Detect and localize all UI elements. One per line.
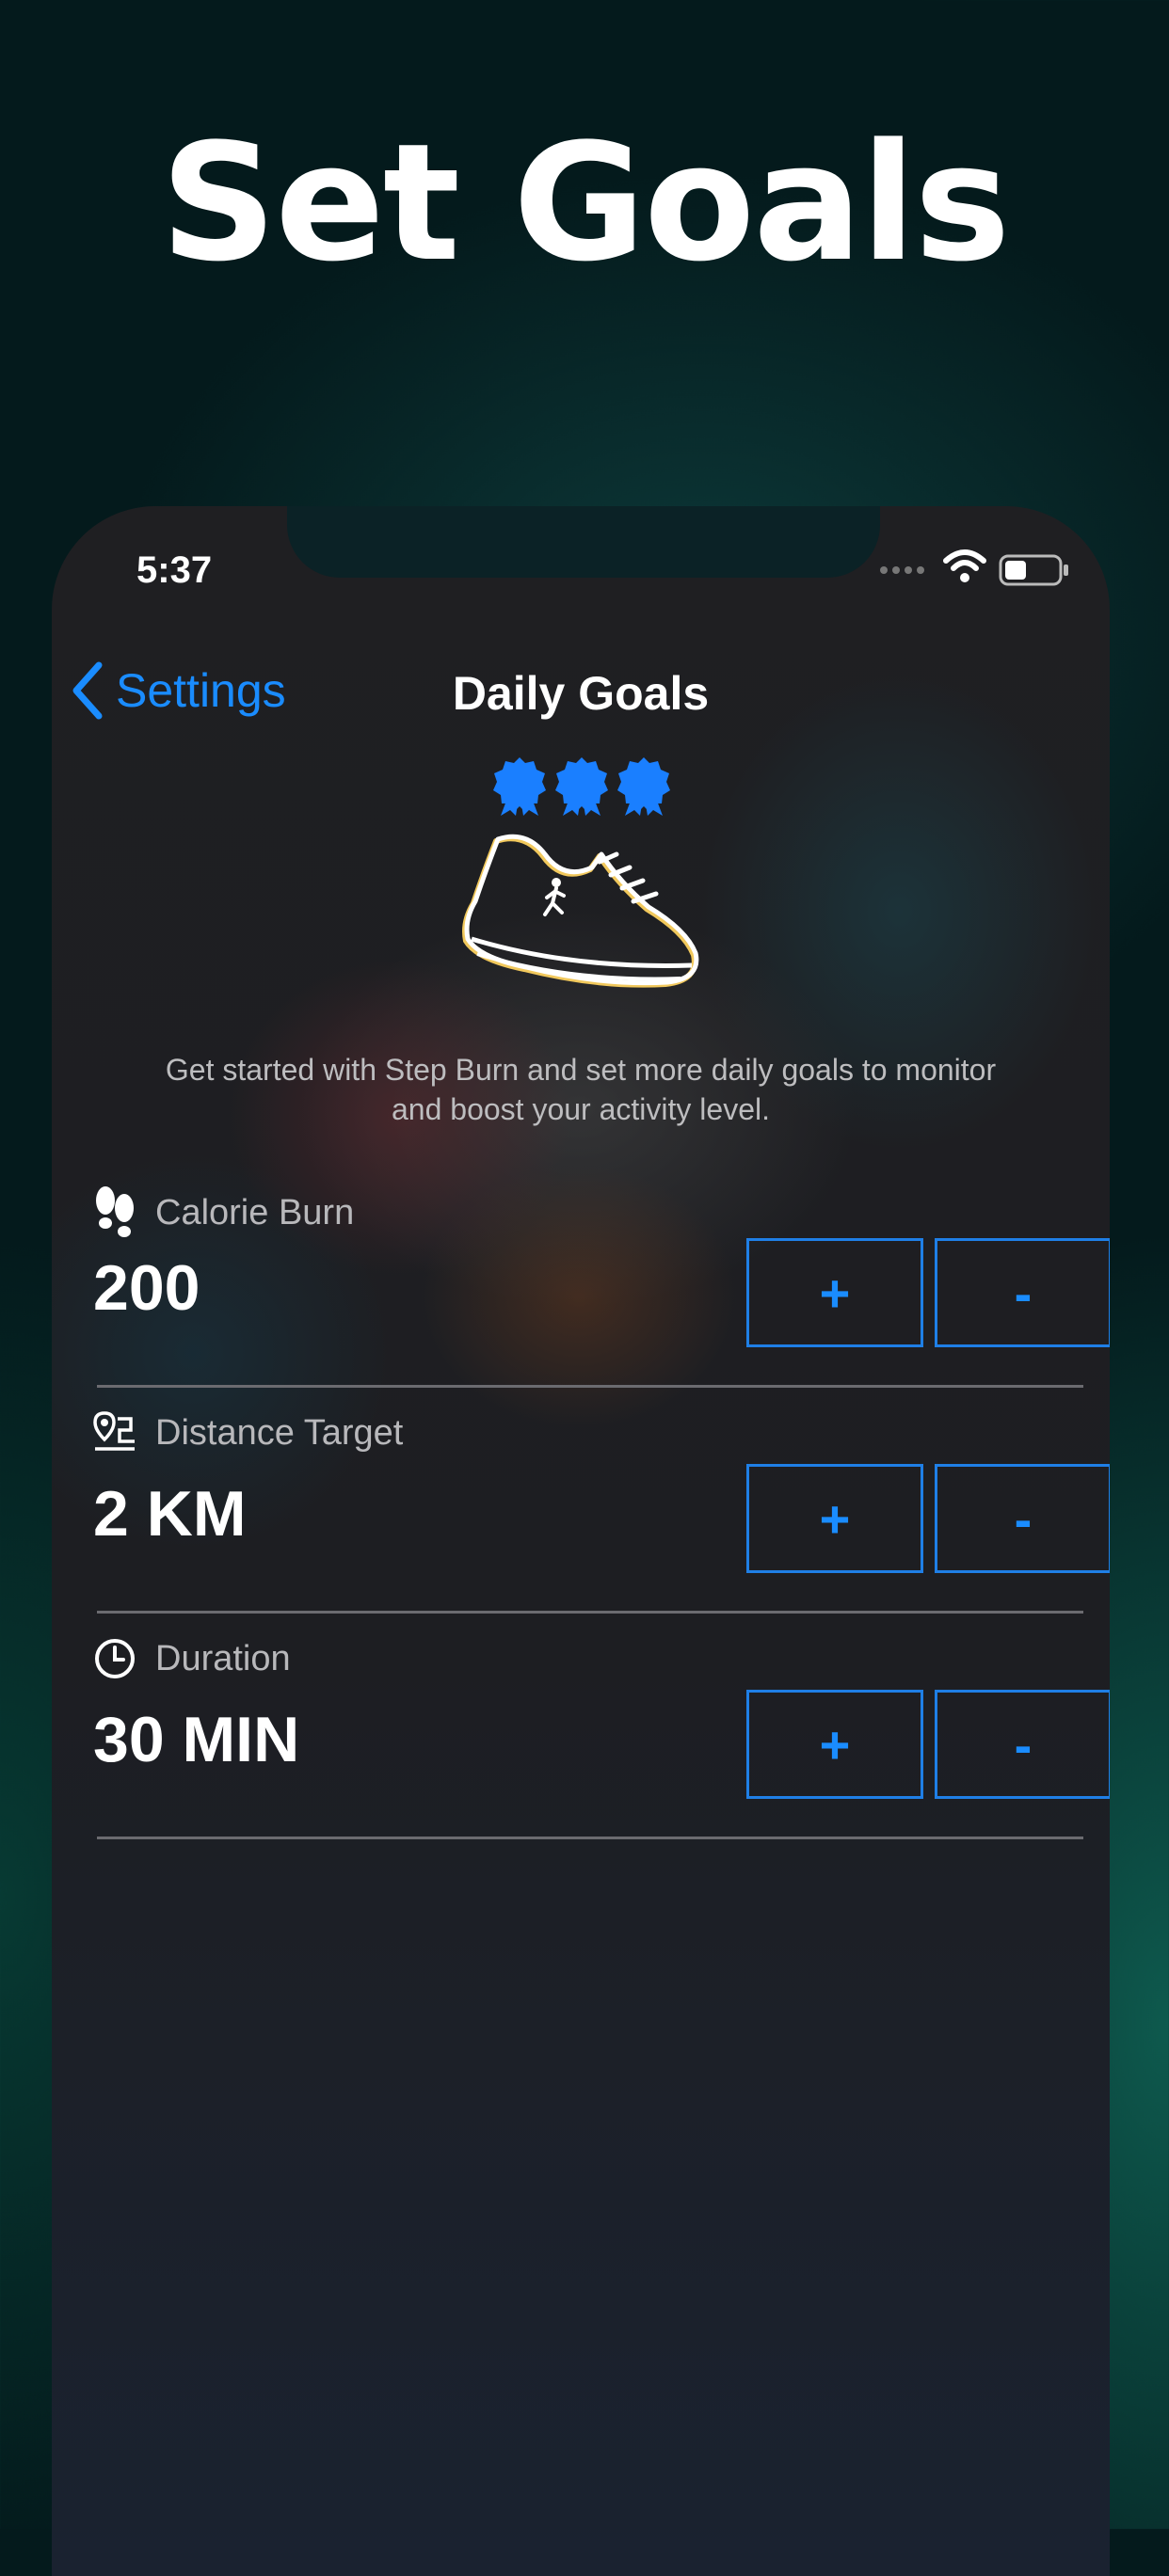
decrease-button[interactable]: - [935,1690,1110,1799]
phone-screen: 5:37 Settings Daily Goals Get started wi… [52,506,1110,2576]
phone-notch [287,506,880,578]
award-badge-icon [617,757,670,816]
divider [97,1837,1083,1839]
intro-text: Get started with Step Burn and set more … [165,1053,997,1126]
goal-row-calorie-burn: Calorie Burn 200 + - [93,1185,1110,1411]
goal-label: Distance Target [155,1412,404,1453]
page-title: Daily Goals [452,667,710,720]
goal-row-duration: Duration 30 MIN + - [93,1637,1110,1863]
divider [97,1385,1083,1388]
wifi-icon [943,549,986,582]
divider [97,1611,1083,1614]
footprints-icon [96,1186,134,1237]
goal-row-distance-target: Distance Target 2 KM + - [93,1411,1110,1637]
goal-label: Duration [155,1638,291,1678]
decrease-button[interactable]: - [935,1238,1110,1347]
award-badge-icon [555,757,608,816]
increase-button[interactable]: + [746,1690,923,1799]
clock-icon [95,1639,135,1678]
cellular-signal-icon [880,566,924,574]
award-badge-icon [493,757,546,816]
goal-label: Calorie Burn [155,1192,355,1232]
increase-button[interactable]: + [746,1464,923,1573]
status-time: 5:37 [136,549,213,591]
route-pin-icon [93,1411,135,1451]
increase-button[interactable]: + [746,1238,923,1347]
achievement-badges [491,755,672,818]
battery-icon [999,554,1068,586]
sneaker-icon [462,834,699,988]
goal-value: 30 MIN [93,1704,300,1775]
decrease-button[interactable]: - [935,1464,1110,1573]
headline: Set Goals [160,108,1010,297]
goal-value: 2 KM [93,1478,247,1550]
goal-value: 200 [93,1252,200,1324]
